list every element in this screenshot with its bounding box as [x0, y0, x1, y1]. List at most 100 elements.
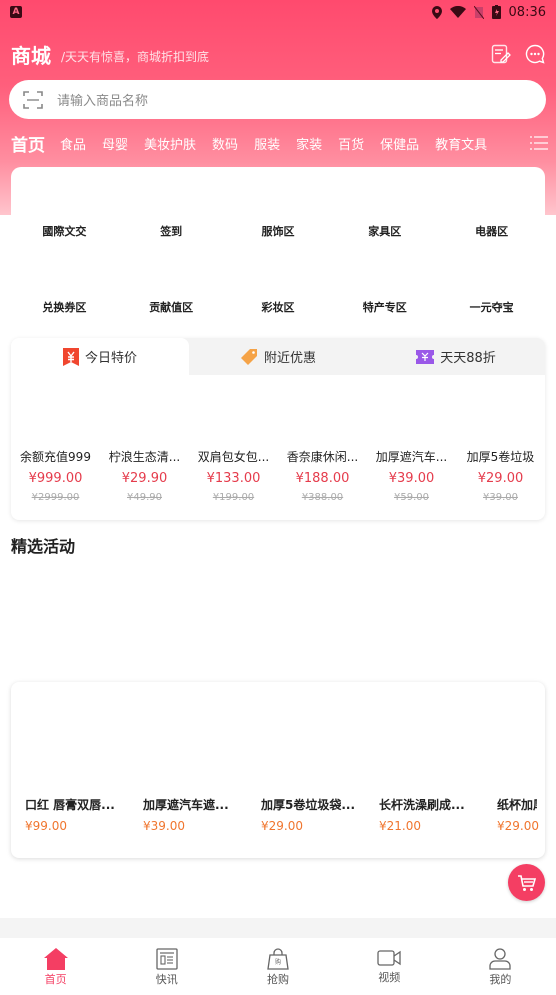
- page-subtitle: /天天有惊喜，商城折扣到底: [61, 49, 210, 64]
- clock: 08:36: [508, 4, 546, 20]
- nav-profile[interactable]: 我的: [445, 938, 556, 995]
- deal-item[interactable]: 双肩包女包... ¥133.00 ¥199.00: [189, 448, 278, 503]
- message-icon[interactable]: [525, 44, 545, 64]
- grid-item[interactable]: 國際文交: [11, 223, 118, 239]
- featured-price: ¥39.00: [143, 819, 185, 833]
- featured-section-title: 精选活动: [11, 537, 76, 556]
- tab-label: 附近优惠: [263, 351, 316, 366]
- deal-price: ¥999.00: [28, 471, 83, 486]
- grid-item[interactable]: 家具区: [331, 223, 438, 239]
- quick-entry-grid: 國際文交 签到 服饰区 家具区 电器区 兑换券区 贡献值区 彩妆区 特产专区 一…: [11, 167, 545, 337]
- category-tab[interactable]: 保健品: [380, 134, 419, 153]
- featured-item[interactable]: 口红 唇膏双唇... ¥99.00: [25, 796, 143, 833]
- category-tab[interactable]: 服装: [254, 134, 280, 153]
- user-icon: [489, 948, 512, 970]
- yen-tag-icon: [62, 347, 79, 366]
- mall-home-screen: A 08:36 商城 /天天有惊喜，商城折扣到底 请输入商品名称 首页 食品 母…: [0, 0, 556, 995]
- nav-label: 视频: [378, 971, 401, 984]
- featured-item[interactable]: 长杆洗澡刷成... ¥21.00: [379, 796, 497, 833]
- news-icon: [156, 948, 178, 970]
- deal-item[interactable]: 加厚5卷垃圾 ¥29.00 ¥39.00: [456, 448, 545, 503]
- search-bar[interactable]: 请输入商品名称: [9, 80, 546, 119]
- tab-today-special[interactable]: 今日特价: [11, 338, 189, 375]
- divider: [0, 918, 556, 938]
- tab-nearby-deals[interactable]: 附近优惠: [189, 338, 367, 375]
- featured-item[interactable]: 加厚5卷垃圾袋... ¥29.00: [261, 796, 379, 833]
- nav-label: 快讯: [155, 973, 178, 986]
- featured-name: 加厚5卷垃圾袋...: [261, 798, 356, 812]
- grid-item[interactable]: 签到: [118, 223, 225, 239]
- location-icon: [431, 5, 442, 19]
- no-sim-icon: [473, 5, 484, 19]
- header: 商城 /天天有惊喜，商城折扣到底: [11, 40, 545, 68]
- app-notification-icon: A: [10, 6, 22, 18]
- grid-item[interactable]: 彩妆区: [225, 299, 332, 315]
- grid-item[interactable]: 贡献值区: [118, 299, 225, 315]
- video-icon: [377, 950, 401, 966]
- grid-item[interactable]: 特产专区: [331, 299, 438, 315]
- deal-tabs: 今日特价 附近优惠 天天88折: [11, 338, 545, 375]
- deal-original-price: ¥59.00: [394, 492, 429, 503]
- cart-icon: [517, 874, 536, 891]
- page-title: 商城: [11, 43, 51, 68]
- featured-price: ¥29.00: [497, 819, 539, 833]
- deal-name: 余额充值999: [20, 450, 91, 464]
- featured-item[interactable]: 纸杯加厚 ¥29.00: [497, 796, 539, 833]
- coupon-tag-icon: [240, 348, 257, 365]
- featured-name: 长杆洗澡刷成...: [379, 798, 465, 812]
- category-tab[interactable]: 数码: [212, 134, 238, 153]
- deal-name: 加厚5卷垃圾: [466, 450, 535, 464]
- deal-original-price: ¥2999.00: [31, 492, 80, 503]
- category-tab[interactable]: 百货: [338, 134, 364, 153]
- deals-card: 今日特价 附近优惠 天天88折 余额充值999 ¥999.00 ¥2999.00 柠…: [11, 338, 545, 520]
- featured-card: 口红 唇膏双唇... ¥99.00 加厚遮汽车遮... ¥39.00 加厚5卷垃圾袋…: [11, 682, 545, 858]
- deal-name: 双肩包女包...: [197, 450, 270, 464]
- nav-label: 抢购: [267, 973, 289, 986]
- deal-price: ¥29.00: [477, 471, 524, 486]
- battery-icon: [491, 5, 501, 19]
- featured-price: ¥99.00: [25, 819, 67, 833]
- cart-button[interactable]: [508, 864, 545, 901]
- home-icon: [43, 948, 68, 970]
- grid-item[interactable]: 一元夺宝: [438, 299, 545, 315]
- tab-label: 今日特价: [84, 351, 137, 366]
- edit-note-icon[interactable]: [491, 44, 511, 64]
- category-tab[interactable]: 教育文具: [435, 134, 487, 153]
- category-tab[interactable]: 母婴: [102, 134, 128, 153]
- deal-original-price: ¥39.00: [483, 492, 518, 503]
- scan-icon[interactable]: [23, 90, 43, 110]
- nav-home[interactable]: 首页: [0, 938, 111, 995]
- deal-name: 加厚遮汽车...: [375, 450, 448, 464]
- featured-list: 口红 唇膏双唇... ¥99.00 加厚遮汽车遮... ¥39.00 加厚5卷垃圾袋…: [25, 796, 539, 833]
- tab-daily-88-off[interactable]: 天天88折: [367, 338, 545, 375]
- deal-item[interactable]: 余额充值999 ¥999.00 ¥2999.00: [11, 448, 100, 503]
- search-input[interactable]: 请输入商品名称: [57, 90, 148, 109]
- category-menu-icon[interactable]: [530, 136, 548, 150]
- deal-name: 柠浪生态清...: [108, 450, 181, 464]
- nav-news[interactable]: 快讯: [111, 938, 222, 995]
- grid-item[interactable]: 兑换券区: [11, 299, 118, 315]
- svg-text:购: 购: [275, 958, 281, 966]
- deal-price: ¥29.90: [121, 471, 168, 486]
- deal-item[interactable]: 香奈康休闲... ¥188.00 ¥388.00: [278, 448, 367, 503]
- category-tab-home[interactable]: 首页: [11, 131, 45, 156]
- deal-price: ¥133.00: [206, 471, 261, 486]
- featured-price: ¥21.00: [379, 819, 421, 833]
- deal-list: 余额充值999 ¥999.00 ¥2999.00 柠浪生态清... ¥29.90 ¥49…: [11, 448, 545, 503]
- nav-video[interactable]: 视频: [334, 938, 445, 995]
- deal-original-price: ¥49.90: [127, 492, 162, 503]
- deal-price: ¥39.00: [388, 471, 435, 486]
- nav-label: 我的: [489, 973, 512, 986]
- category-tab[interactable]: 食品: [60, 134, 86, 153]
- featured-item[interactable]: 加厚遮汽车遮... ¥39.00: [143, 796, 261, 833]
- grid-item[interactable]: 电器区: [438, 223, 545, 239]
- tab-label: 天天88折: [440, 351, 496, 366]
- category-tab[interactable]: 家装: [296, 134, 322, 153]
- nav-flash-sale[interactable]: 购 抢购: [222, 938, 333, 995]
- nav-label: 首页: [44, 973, 67, 986]
- bottom-nav: 首页 快讯 购 抢购 视频 我的: [0, 938, 556, 995]
- deal-item[interactable]: 加厚遮汽车... ¥39.00 ¥59.00: [367, 448, 456, 503]
- grid-item[interactable]: 服饰区: [225, 223, 332, 239]
- category-tab[interactable]: 美妆护肤: [144, 134, 196, 153]
- deal-item[interactable]: 柠浪生态清... ¥29.90 ¥49.90: [100, 448, 189, 503]
